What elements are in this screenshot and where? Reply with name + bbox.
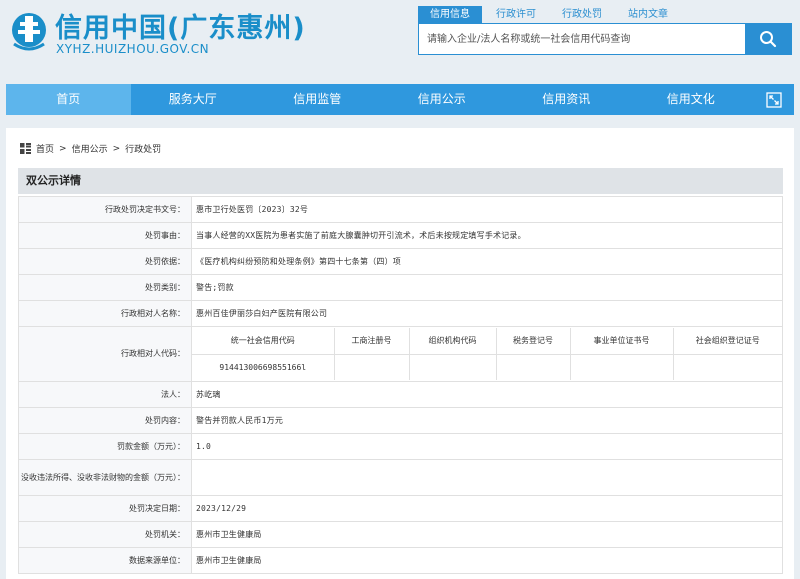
fine-label: 罚款金额（万元）：	[18, 433, 192, 460]
site-header: 信用中国(广东惠州) XYHZ.HUIZHOU.GOV.CN 信用信息 行政许可…	[0, 0, 800, 84]
breadcrumb-separator: >	[59, 143, 67, 154]
decision-no-label: 行政处罚决定书文号：	[18, 196, 192, 223]
nav-credit-supervision[interactable]: 信用监管	[255, 84, 380, 115]
breadcrumb: 首页 > 信用公示 > 行政处罚	[20, 142, 161, 155]
codes-value-business-reg	[333, 353, 410, 380]
reason-value: 当事人经营的XX医院为患者实施了前庭大腺囊肿切开引流术，术后未按规定填写手术记录…	[191, 222, 783, 249]
search-tab-admin-license[interactable]: 行政许可	[484, 6, 548, 23]
nav-home[interactable]: 首页	[6, 84, 131, 115]
confiscation-value	[191, 459, 783, 496]
breadcrumb-current: 行政处罚	[125, 145, 162, 155]
search-tabs: 信用信息 行政许可 行政处罚 站内文章	[418, 6, 682, 23]
table-row: 罚款金额（万元）： 1.0	[18, 433, 783, 460]
confiscation-label: 没收违法所得、没收非法财物的金额（万元）：	[18, 459, 192, 496]
fullscreen-icon	[765, 91, 782, 108]
source-value: 惠州市卫生健康局	[191, 547, 783, 574]
table-row: 处罚事由： 当事人经营的XX医院为患者实施了前庭大腺囊肿切开引流术，术后未按规定…	[18, 222, 783, 249]
table-row: 数据来源单位： 惠州市卫生健康局	[18, 547, 783, 574]
search-tab-admin-penalty[interactable]: 行政处罚	[550, 6, 614, 23]
codes-value-institution-cert	[569, 353, 674, 380]
site-url: XYHZ.HUIZHOU.GOV.CN	[56, 42, 210, 56]
table-row: 处罚依据： 《医疗机构纠纷预防和处理条例》第四十七条第（四）项	[18, 248, 783, 275]
table-row: 行政相对人名称： 惠州百佳伊丽莎白妇产医院有限公司	[18, 300, 783, 327]
search-input[interactable]	[419, 24, 745, 54]
content-label: 处罚内容：	[18, 407, 192, 434]
nav-service-hall[interactable]: 服务大厅	[131, 84, 256, 115]
breadcrumb-home[interactable]: 首页	[36, 142, 54, 155]
codes-header-social-org-cert: 社会组织登记证号	[672, 328, 782, 355]
codes-header-usci: 统一社会信用代码	[192, 328, 335, 355]
category-label: 处罚类别：	[18, 274, 192, 301]
codes-header-org-code: 组织机构代码	[408, 328, 497, 355]
legal-rep-value: 苏屹璃	[191, 381, 783, 408]
codes-value-usci: 91441300669855166l	[192, 353, 335, 380]
search-tab-credit-info[interactable]: 信用信息	[418, 6, 482, 23]
codes-header-row: 统一社会信用代码 工商注册号 组织机构代码 税务登记号 事业单位证书号 社会组织…	[192, 328, 782, 355]
date-label: 处罚决定日期：	[18, 495, 192, 522]
grid-icon	[20, 143, 31, 154]
codes-header-tax-reg: 税务登记号	[495, 328, 571, 355]
fine-value: 1.0	[191, 433, 783, 460]
table-row: 处罚决定日期： 2023/12/29	[18, 495, 783, 522]
search-box	[418, 23, 792, 55]
search-icon	[760, 31, 777, 48]
detail-table: 行政处罚决定书文号： 惠市卫行处医罚〔2023〕32号 处罚事由： 当事人经营的…	[18, 196, 783, 574]
site-title: 信用中国(广东惠州)	[55, 13, 306, 44]
authority-value: 惠州市卫生健康局	[191, 521, 783, 548]
codes-header-business-reg: 工商注册号	[333, 328, 410, 355]
source-label: 数据来源单位：	[18, 547, 192, 574]
search-button[interactable]	[745, 24, 791, 54]
codes-value-tax-reg	[495, 353, 571, 380]
content-value: 警告并罚款人民币1万元	[191, 407, 783, 434]
table-row: 法人： 苏屹璃	[18, 381, 783, 408]
main-content: 首页 > 信用公示 > 行政处罚 双公示详情 行政处罚决定书文号： 惠市卫行处医…	[6, 128, 794, 579]
legal-rep-label: 法人：	[18, 381, 192, 408]
codes-value-org-code	[408, 353, 497, 380]
panel-title: 双公示详情	[18, 168, 783, 194]
fullscreen-button[interactable]	[753, 84, 794, 115]
table-row: 处罚内容： 警告并罚款人民币1万元	[18, 407, 783, 434]
breadcrumb-credit-publicity[interactable]: 信用公示	[72, 142, 108, 155]
nav-credit-publicity[interactable]: 信用公示	[380, 84, 505, 115]
search-tab-site-articles[interactable]: 站内文章	[616, 6, 680, 23]
codes-value-row: 91441300669855166l	[192, 353, 782, 380]
main-nav: 首页 服务大厅 信用监管 信用公示 信用资讯 信用文化	[6, 84, 794, 115]
table-row: 处罚机关： 惠州市卫生健康局	[18, 521, 783, 548]
authority-label: 处罚机关：	[18, 521, 192, 548]
counterpart-value: 惠州百佳伊丽莎白妇产医院有限公司	[191, 300, 783, 327]
codes-header-institution-cert: 事业单位证书号	[569, 328, 674, 355]
decision-no-value: 惠市卫行处医罚〔2023〕32号	[191, 196, 783, 223]
basis-value: 《医疗机构纠纷预防和处理条例》第四十七条第（四）项	[191, 248, 783, 275]
table-row: 没收违法所得、没收非法财物的金额（万元）：	[18, 459, 783, 496]
nav-credit-news[interactable]: 信用资讯	[504, 84, 629, 115]
counterpart-label: 行政相对人名称：	[18, 300, 192, 327]
table-row: 行政相对人代码： 统一社会信用代码 工商注册号 组织机构代码 税务登记号 事业单…	[18, 326, 783, 382]
codes-table: 统一社会信用代码 工商注册号 组织机构代码 税务登记号 事业单位证书号 社会组织…	[192, 328, 782, 380]
category-value: 警告;罚款	[191, 274, 783, 301]
breadcrumb-separator: >	[112, 143, 121, 154]
codes-value-social-org-cert	[672, 353, 782, 380]
codes-label: 行政相对人代码：	[18, 326, 192, 382]
codes-cell: 统一社会信用代码 工商注册号 组织机构代码 税务登记号 事业单位证书号 社会组织…	[191, 326, 783, 382]
table-row: 行政处罚决定书文号： 惠市卫行处医罚〔2023〕32号	[18, 196, 783, 223]
table-row: 处罚类别： 警告;罚款	[18, 274, 783, 301]
logo-icon	[12, 13, 46, 51]
basis-label: 处罚依据：	[18, 248, 192, 275]
nav-credit-culture[interactable]: 信用文化	[629, 84, 754, 115]
reason-label: 处罚事由：	[18, 222, 192, 249]
date-value: 2023/12/29	[191, 495, 783, 522]
